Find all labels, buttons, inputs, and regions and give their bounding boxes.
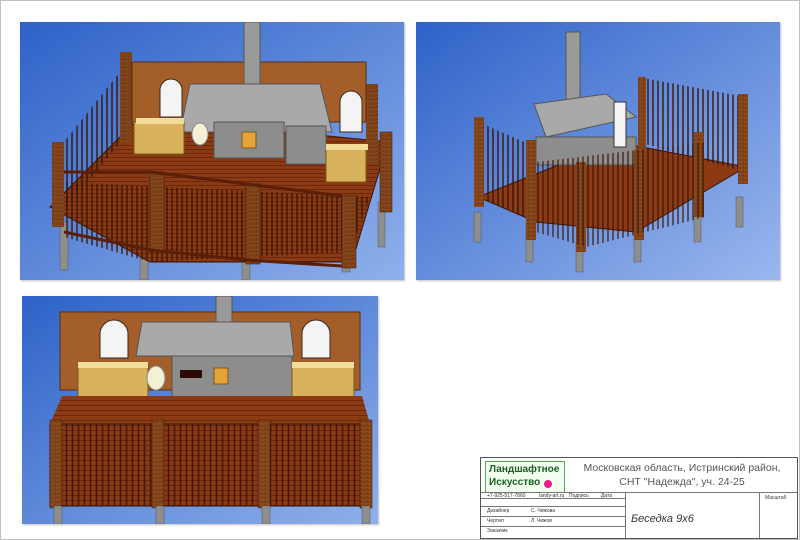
view-rear-isometric <box>416 22 780 280</box>
logo-dot-icon <box>544 480 552 488</box>
row2-label: Чертил <box>487 518 504 524</box>
col-date: Дата <box>601 493 613 499</box>
tb-vline <box>625 492 626 538</box>
tb-divider-3 <box>481 506 625 507</box>
website: landy-art.ru <box>539 493 565 499</box>
phone: +7-925-517-7860 <box>487 493 526 499</box>
view-front <box>22 296 378 524</box>
row1-label: Дизайнер <box>487 508 510 514</box>
site-address: Московская область, Истринский район, СН… <box>569 461 795 489</box>
company-logo: Ландшафтное Искусство <box>485 461 565 493</box>
tb-vline-2 <box>759 492 760 538</box>
scale-label: Масштаб <box>765 495 787 501</box>
tb-divider-4 <box>481 516 625 517</box>
logo-line1: Ландшафтное <box>489 464 560 475</box>
view-front-isometric <box>20 22 404 280</box>
row3-label: Заказчик <box>487 528 508 534</box>
row2-name: Л. Чижов <box>531 518 552 524</box>
logo-line2: Искусство <box>489 477 541 488</box>
row1-name: С. Чижова <box>531 508 556 514</box>
address-line1: Московская область, Истринский район, <box>583 462 781 474</box>
title-block: Ландшафтное Искусство Московская область… <box>480 457 798 539</box>
drawing-title: Беседка 9х6 <box>631 513 694 525</box>
address-line2: СНТ "Надежда", уч. 24-25 <box>619 476 745 488</box>
tb-divider-5 <box>481 526 625 527</box>
col-signature: Подпись <box>569 493 589 499</box>
tb-divider-1 <box>481 492 797 493</box>
